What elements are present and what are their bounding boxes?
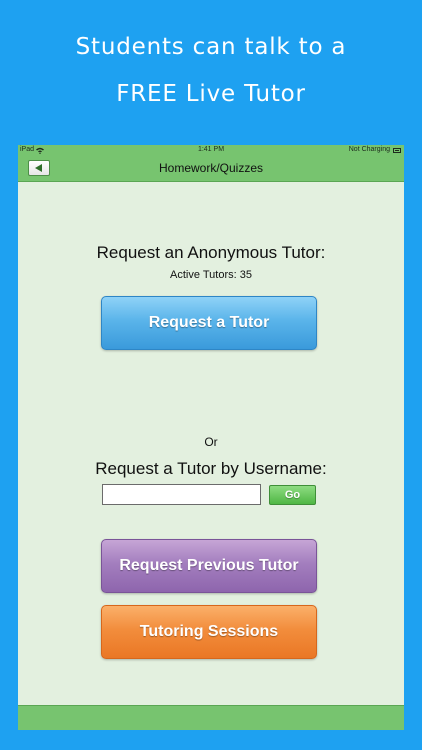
or-divider-text: Or <box>204 435 218 449</box>
promo-headline-line2: FREE Live Tutor <box>116 81 306 107</box>
device-screen: iPad 1:41 PM Not Charging Homework/Quizz… <box>18 145 404 730</box>
bottom-toolbar <box>18 705 404 730</box>
anonymous-tutor-heading: Request an Anonymous Tutor: <box>96 243 326 262</box>
promo-headline-line1: Students can talk to a <box>75 34 347 60</box>
page-title: Homework/Quizzes <box>158 161 264 175</box>
username-tutor-heading: Request a Tutor by Username: <box>95 459 327 478</box>
active-tutors-count: Active Tutors: 35 <box>170 269 252 281</box>
request-previous-tutor-button[interactable]: Request Previous Tutor <box>101 539 317 593</box>
battery-status-text: Not Charging <box>348 146 390 153</box>
status-bar: iPad 1:41 PM Not Charging <box>18 145 404 157</box>
request-tutor-button[interactable]: Request a Tutor <box>101 296 317 350</box>
tutoring-sessions-button[interactable]: Tutoring Sessions <box>101 605 317 659</box>
navigation-bar: Homework/Quizzes <box>18 157 404 182</box>
battery-icon <box>393 148 401 153</box>
status-time: 1:41 PM <box>197 146 225 153</box>
username-input[interactable] <box>102 484 261 505</box>
go-button[interactable]: Go <box>269 485 316 505</box>
